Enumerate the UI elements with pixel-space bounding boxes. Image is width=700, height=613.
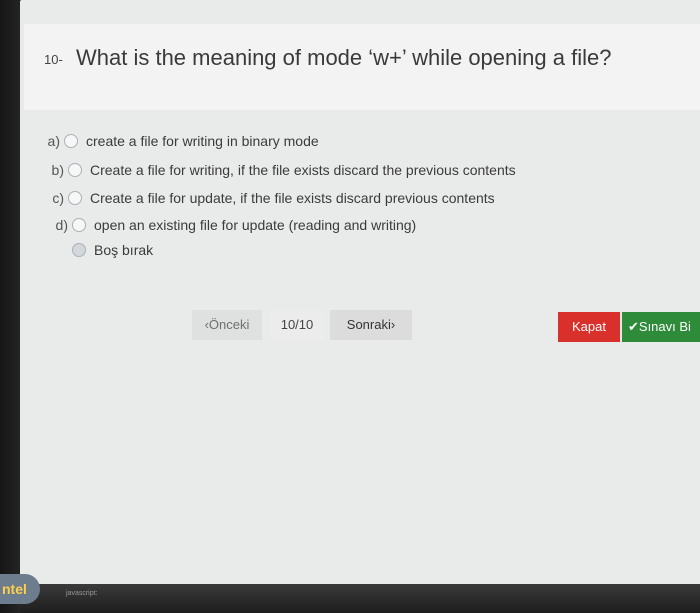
status-text: javascript:: [66, 590, 98, 597]
option-label: Create a file for update, if the file ex…: [90, 190, 495, 206]
close-button[interactable]: Kapat: [558, 312, 620, 342]
option-letter: b): [51, 162, 64, 178]
option-c[interactable]: c) Create a file for update, if the file…: [42, 190, 495, 206]
option-label: Create a file for writing, if the file e…: [90, 162, 516, 178]
page-indicator: 10/10: [270, 310, 324, 340]
question-number: 10-: [44, 52, 63, 67]
next-button[interactable]: Sonraki›: [330, 310, 412, 340]
option-d[interactable]: d) open an existing file for update (rea…: [46, 217, 417, 233]
radio-icon[interactable]: [64, 134, 78, 148]
status-bar: [20, 584, 700, 613]
radio-icon[interactable]: [72, 218, 86, 232]
radio-icon[interactable]: [72, 243, 86, 257]
option-b[interactable]: b) Create a file for writing, if the fil…: [42, 162, 516, 178]
option-letter: a): [47, 133, 60, 149]
option-a[interactable]: a) create a file for writing in binary m…: [38, 133, 319, 149]
option-skip[interactable]: Boş bırak: [72, 242, 153, 258]
previous-button[interactable]: ‹Önceki: [192, 310, 262, 340]
question-text: What is the meaning of mode ‘w+’ while o…: [76, 45, 612, 70]
option-label: Boş bırak: [94, 242, 154, 258]
radio-icon[interactable]: [68, 191, 82, 205]
question-header: 10- What is the meaning of mode ‘w+’ whi…: [24, 24, 700, 110]
radio-icon[interactable]: [68, 163, 82, 177]
finish-exam-button[interactable]: ✔Sınavı Bi: [622, 312, 700, 342]
option-letter: c): [52, 190, 64, 206]
option-label: open an existing file for update (readin…: [94, 217, 417, 233]
intel-sticker: ntel: [0, 574, 40, 604]
option-label: create a file for writing in binary mode: [86, 133, 319, 149]
option-letter: d): [55, 217, 68, 233]
